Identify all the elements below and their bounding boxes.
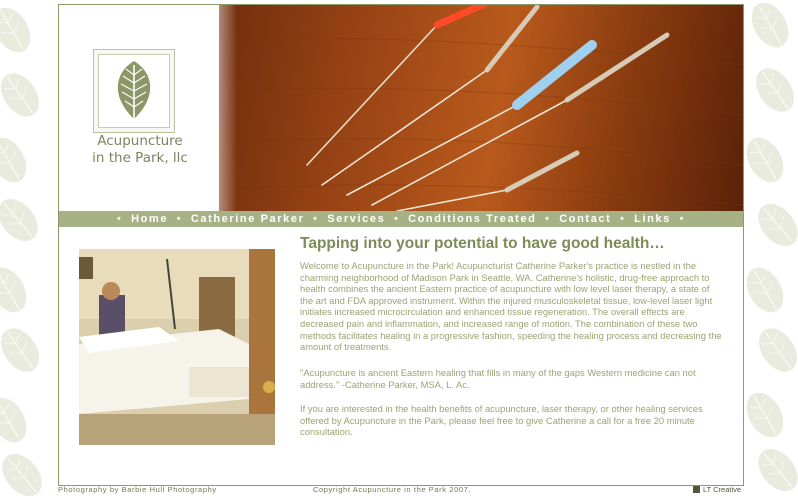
- lt-creative-logo-icon: [693, 486, 700, 493]
- logo-frame: [93, 49, 175, 133]
- page-heading: Tapping into your potential to have good…: [300, 235, 665, 252]
- quote-paragraph: "Acupuncture is ancient Eastern healing …: [300, 367, 696, 390]
- acupuncture-needles-photo: [197, 5, 743, 211]
- nav-item-catherine-parker[interactable]: Catherine Parker: [191, 213, 305, 225]
- logo-line-2: in the Park, llc: [92, 150, 188, 166]
- nav-item-links[interactable]: Links: [634, 213, 671, 225]
- nav-separator: •: [393, 213, 400, 225]
- nav-separator: •: [176, 213, 183, 225]
- designer-credit-label: LT Creative: [703, 485, 742, 494]
- nav-item-conditions-treated[interactable]: Conditions Treated: [408, 213, 536, 225]
- photo-credit: Photography by Barbie Hull Photography: [58, 485, 217, 494]
- consultation-paragraph: If you are interested in the health bene…: [300, 403, 703, 438]
- treatment-room-photo: [79, 249, 275, 445]
- leaf-icon: [117, 61, 151, 125]
- treatment-room-illustration: [79, 249, 275, 445]
- nav-separator: •: [620, 213, 626, 225]
- page-frame: Acupuncture in the Park, llc • Home • Ca…: [58, 4, 744, 486]
- copyright-text: Copyright Acupuncture in the Park 2007.: [313, 485, 472, 494]
- nav-item-contact[interactable]: Contact: [559, 213, 611, 225]
- logo-panel[interactable]: Acupuncture in the Park, llc: [59, 5, 219, 211]
- designer-credit-link[interactable]: LT Creative: [693, 485, 741, 494]
- nav-separator: •: [313, 213, 319, 225]
- nav-item-services[interactable]: Services: [327, 213, 385, 225]
- nav-separator: •: [545, 213, 551, 225]
- header-banner: Acupuncture in the Park, llc: [59, 5, 743, 211]
- nav-separator: •: [116, 213, 123, 225]
- logo-line-1: Acupuncture: [97, 133, 183, 149]
- welcome-paragraph: Welcome to Acupuncture in the Park! Acup…: [300, 260, 722, 353]
- nav-item-home[interactable]: Home: [131, 213, 168, 225]
- needles-illustration: [197, 5, 743, 211]
- logo-text: Acupuncture in the Park, llc: [65, 133, 215, 167]
- main-navigation: • Home • Catherine Parker • Services • C…: [59, 211, 743, 227]
- nav-separator: •: [679, 213, 686, 225]
- logo-inner: [98, 54, 170, 128]
